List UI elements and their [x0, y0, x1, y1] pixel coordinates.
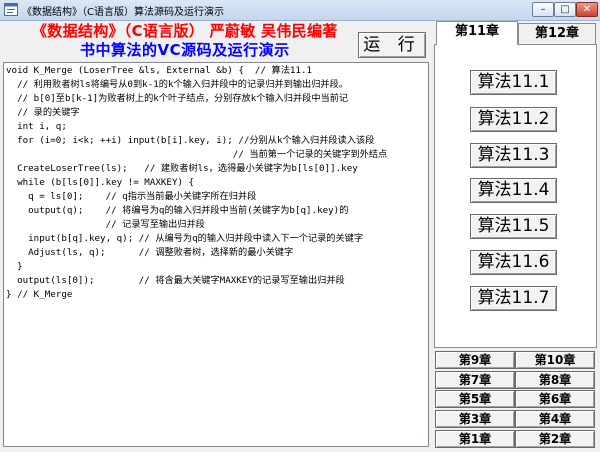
- chapter-7-button[interactable]: 第7章: [435, 371, 515, 389]
- tab-chapter-12[interactable]: 第12章: [518, 23, 596, 45]
- chapter-4-button[interactable]: 第4章: [515, 410, 595, 428]
- title-bar: 《数据结构》（C语言版）算法源码及运行演示 – □ ✕: [0, 0, 600, 21]
- algorithm-button-11-6[interactable]: 算法11.6: [470, 250, 557, 275]
- subtitle: 书中算法的VC源码及运行演示: [80, 41, 290, 59]
- code-line: } // K_Merge: [6, 289, 73, 300]
- code-line: while (b[ls[0]].key != MAXKEY) {: [6, 177, 195, 188]
- minimize-button[interactable]: –: [532, 2, 554, 17]
- code-line: q = ls[0]; // q指示当前最小关键字所在归并段: [6, 191, 257, 202]
- code-line: output(q); // 将编号为q的输入归并段中当前(关键字为b[q].ke…: [6, 205, 349, 216]
- chapter-8-button[interactable]: 第8章: [515, 371, 595, 389]
- algorithm-button-11-2[interactable]: 算法11.2: [470, 107, 557, 132]
- close-button[interactable]: ✕: [576, 2, 598, 17]
- chapter-6-button[interactable]: 第6章: [515, 390, 595, 408]
- code-line: output(ls[0]); // 将含最大关键字MAXKEY的记录写至输出归并…: [6, 275, 345, 286]
- tab-chapter-11[interactable]: 第11章: [436, 21, 518, 45]
- chapter-2-button[interactable]: 第2章: [515, 430, 595, 448]
- algorithm-button-11-7[interactable]: 算法11.7: [470, 286, 557, 311]
- window-title: 《数据结构》（C语言版）算法源码及运行演示: [22, 7, 224, 18]
- code-line: int i, q;: [6, 121, 67, 132]
- code-line: CreateLoserTree(ls); // 建败者树ls，选得最小关键字为b…: [6, 163, 358, 174]
- code-line: Adjust(ls, q); // 调整败者树，选择新的最小关键字: [6, 247, 294, 258]
- code-line: input(b[q].key, q); // 从编号为q的输入归并段中读入下一个…: [6, 233, 364, 244]
- code-line: for (i=0; i<k; ++i) input(b[i].key, i); …: [6, 135, 375, 146]
- algorithm-button-11-1[interactable]: 算法11.1: [470, 70, 557, 95]
- code-line: // b[0]至b[k-1]为败者树上的k个叶子结点，分别存放k个输入归并段中当…: [6, 93, 349, 104]
- source-code-area[interactable]: void K_Merge (LoserTree &ls, External &b…: [3, 62, 429, 447]
- code-line: }: [6, 261, 23, 272]
- algorithm-button-11-4[interactable]: 算法11.4: [470, 178, 557, 203]
- algorithm-button-11-3[interactable]: 算法11.3: [470, 143, 557, 168]
- code-line: // 当前第一个记录的关键字到外结点: [6, 149, 388, 160]
- code-line: // 录的关键字: [6, 107, 80, 118]
- chapter-1-button[interactable]: 第1章: [435, 430, 515, 448]
- book-title: 《数据结构》（C语言版） 严蔚敏 吴伟民编著: [32, 22, 338, 40]
- chapter-10-button[interactable]: 第10章: [515, 351, 595, 369]
- chapter-5-button[interactable]: 第5章: [435, 390, 515, 408]
- chapter-9-button[interactable]: 第9章: [435, 351, 515, 369]
- chapter-3-button[interactable]: 第3章: [435, 410, 515, 428]
- maximize-button[interactable]: □: [554, 2, 576, 17]
- code-line: // 利用败者树ls将编号从0到k-1的k个输入归并段中的记录归并到输出归并段。: [6, 79, 348, 90]
- code-line: void K_Merge (LoserTree &ls, External &b…: [6, 65, 313, 76]
- run-button[interactable]: 运 行: [358, 32, 426, 58]
- code-line: // 记录写至输出归并段: [6, 219, 205, 230]
- algorithm-button-11-5[interactable]: 算法11.5: [470, 214, 557, 239]
- app-icon: [4, 3, 18, 16]
